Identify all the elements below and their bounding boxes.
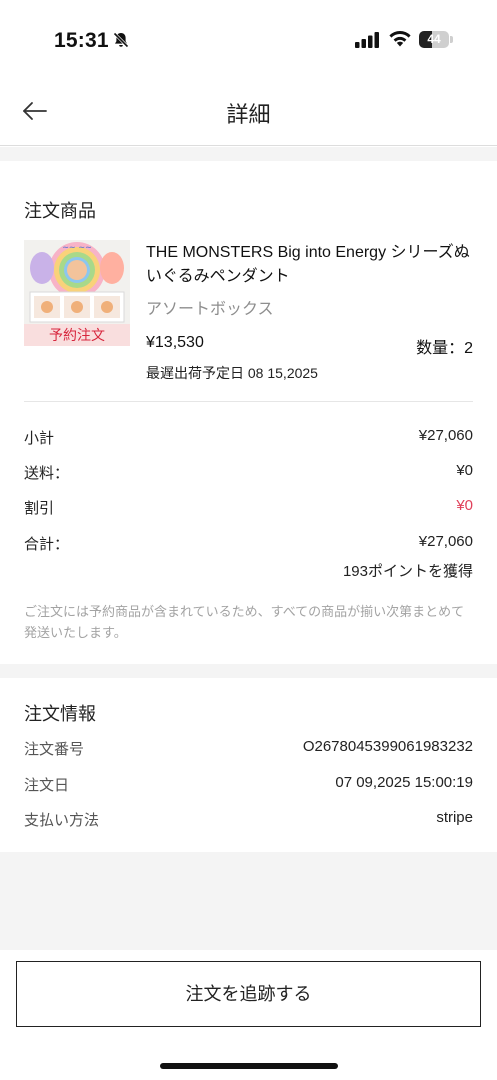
points-earned: 193ポイントを獲得	[342, 563, 473, 580]
divider	[24, 401, 473, 402]
payment-method-label: 支払い方法	[24, 812, 100, 829]
order-items-title: 注文商品	[24, 201, 96, 221]
svg-text:~~ ~~: ~~ ~~	[62, 243, 92, 252]
order-number-label: 注文番号	[24, 741, 85, 758]
payment-method-value: stripe	[436, 809, 473, 826]
order-date-value: 07 09,2025 15:00:19	[335, 774, 473, 791]
shipping-label: 送料：	[24, 465, 70, 482]
preorder-badge: 予約注文	[24, 324, 130, 346]
product-name[interactable]: THE MONSTERS Big into Energy シリーズぬいぐるみペン…	[146, 241, 476, 289]
battery-icon: 44	[419, 31, 453, 48]
section-gap	[0, 664, 497, 678]
subtotal-label: 小計	[24, 430, 55, 447]
subtotal-value: ¥27,060	[418, 427, 473, 444]
preorder-notice: ご注文には予約商品が含まれているため、すべての商品が揃い次第まとめて発送いたしま…	[24, 604, 465, 640]
battery-level: 44	[427, 32, 441, 46]
cellular-signal-icon	[355, 32, 379, 48]
total-value: ¥27,060	[418, 533, 473, 550]
section-gap	[0, 147, 497, 161]
nav-header: 詳細	[0, 78, 497, 146]
product-price: ¥13,530	[146, 334, 204, 351]
track-order-button[interactable]: 注文を追跡する	[16, 961, 481, 1027]
home-indicator	[160, 1063, 338, 1069]
discount-label: 割引	[24, 500, 55, 517]
wifi-icon	[389, 31, 411, 47]
status-bar: 15:31 44	[0, 0, 497, 78]
bell-slash-icon	[113, 32, 129, 48]
shipping-value: ¥0	[456, 462, 473, 479]
page-title: 詳細	[226, 102, 271, 127]
status-time: 15:31	[54, 29, 109, 52]
product-variant: アソートボックス	[146, 301, 274, 318]
discount-value: ¥0	[456, 497, 473, 514]
order-info-card: 注文情報 注文番号 O267804539906198323​2 注文日 07 0…	[0, 678, 497, 852]
order-date-label: 注文日	[24, 777, 70, 794]
order-items-card: 注文商品 ~~ ~~ 予約注文 THE MONSTERS Big into En…	[0, 172, 497, 664]
product-image[interactable]: ~~ ~~ 予約注文	[24, 240, 130, 346]
total-label: 合計：	[24, 536, 70, 553]
order-number-value[interactable]: O267804539906198323​2	[303, 738, 473, 755]
ship-date: 最遅出荷予定日 08 15,2025	[146, 365, 318, 381]
bottom-gap	[0, 852, 497, 950]
product-quantity: 数量：2	[416, 340, 473, 357]
order-info-title: 注文情報	[24, 704, 96, 724]
